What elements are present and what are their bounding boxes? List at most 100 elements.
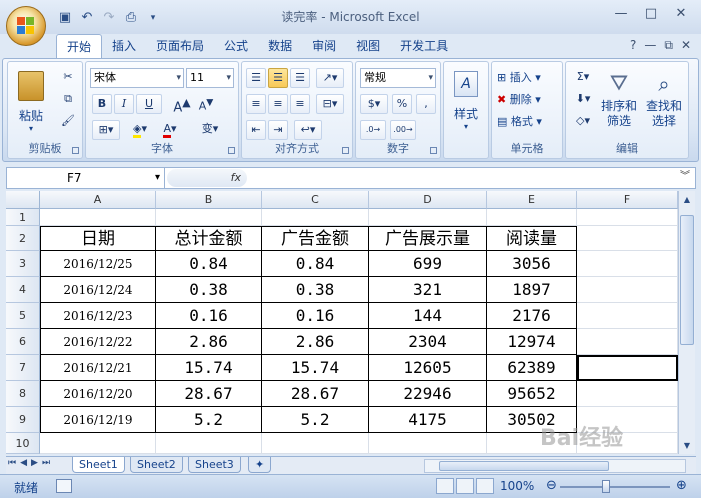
cell-e1[interactable] bbox=[487, 209, 577, 226]
cell-e8[interactable]: 95652 bbox=[487, 381, 577, 407]
insert-sheet-icon[interactable]: ✦ bbox=[248, 457, 272, 473]
cell-d8[interactable]: 22946 bbox=[369, 381, 487, 407]
zoom-slider[interactable] bbox=[560, 486, 670, 488]
vertical-scroll-thumb[interactable] bbox=[680, 215, 694, 345]
row-header-6[interactable]: 6 bbox=[6, 329, 40, 355]
horizontal-scrollbar[interactable] bbox=[424, 459, 686, 473]
tab-data[interactable]: 数据 bbox=[258, 34, 302, 58]
font-size-combo[interactable]: 11 bbox=[186, 68, 234, 88]
column-header-c[interactable]: C bbox=[262, 191, 369, 209]
align-middle-icon[interactable]: ☰ bbox=[268, 68, 288, 88]
tab-review[interactable]: 审阅 bbox=[302, 34, 346, 58]
maximize-button[interactable]: □ bbox=[637, 4, 665, 24]
cell-c7[interactable]: 15.74 bbox=[262, 355, 369, 381]
tab-insert[interactable]: 插入 bbox=[102, 34, 146, 58]
number-format-combo[interactable]: 常规 bbox=[360, 68, 436, 88]
tab-formulas[interactable]: 公式 bbox=[214, 34, 258, 58]
cell-c9[interactable]: 5.2 bbox=[262, 407, 369, 433]
row-header-5[interactable]: 5 bbox=[6, 303, 40, 329]
column-header-f[interactable]: F bbox=[577, 191, 678, 209]
find-select-button[interactable]: ⌕ 查找和 选择 bbox=[642, 68, 686, 140]
increase-indent-icon[interactable]: ⇥ bbox=[268, 120, 288, 140]
cell-a7[interactable]: 2016/12/21 bbox=[40, 355, 156, 381]
sheet-tab-sheet3[interactable]: Sheet3 bbox=[188, 457, 241, 473]
comma-button[interactable]: , bbox=[416, 94, 436, 114]
cell-a4[interactable]: 2016/12/24 bbox=[40, 277, 156, 303]
insert-cells-button[interactable]: ⊞ 插入 ▾ bbox=[496, 68, 560, 86]
align-right-icon[interactable]: ≡ bbox=[290, 94, 310, 114]
expand-formula-bar-icon[interactable]: ︾ bbox=[677, 169, 693, 185]
cell-f5[interactable] bbox=[577, 303, 678, 329]
cell-d10[interactable] bbox=[369, 433, 487, 454]
vertical-scrollbar[interactable]: ▲ ▼ bbox=[678, 191, 695, 454]
column-header-e[interactable]: E bbox=[487, 191, 577, 209]
scroll-up-icon[interactable]: ▲ bbox=[679, 195, 695, 204]
grow-font-icon[interactable]: A▲ bbox=[172, 94, 192, 115]
font-color-icon[interactable]: A▾ bbox=[156, 120, 184, 140]
cell-a9[interactable]: 2016/12/19 bbox=[40, 407, 156, 433]
align-center-icon[interactable]: ≡ bbox=[268, 94, 288, 114]
zoom-out-icon[interactable]: ⊖ bbox=[546, 478, 557, 493]
normal-view-icon[interactable] bbox=[436, 478, 454, 494]
column-header-a[interactable]: A bbox=[40, 191, 156, 209]
decrease-decimal-icon[interactable]: .00→ bbox=[390, 120, 416, 140]
cell-f3[interactable] bbox=[577, 251, 678, 277]
cell-c8[interactable]: 28.67 bbox=[262, 381, 369, 407]
cell-d3[interactable]: 699 bbox=[369, 251, 487, 277]
autosum-icon[interactable]: Σ▾ bbox=[570, 68, 596, 88]
row-header-4[interactable]: 4 bbox=[6, 277, 40, 303]
cell-e2[interactable]: 阅读量 bbox=[487, 226, 577, 251]
last-sheet-icon[interactable]: ⏭ bbox=[42, 458, 50, 468]
align-top-icon[interactable]: ☰ bbox=[246, 68, 266, 88]
cell-c6[interactable]: 2.86 bbox=[262, 329, 369, 355]
cell-e4[interactable]: 1897 bbox=[487, 277, 577, 303]
cell-d5[interactable]: 144 bbox=[369, 303, 487, 329]
underline-button[interactable]: U bbox=[136, 94, 162, 114]
zoom-slider-knob[interactable] bbox=[602, 480, 610, 493]
align-bottom-icon[interactable]: ☰ bbox=[290, 68, 310, 88]
help-icon[interactable]: ? bbox=[630, 38, 636, 53]
cell-e7[interactable]: 62389 bbox=[487, 355, 577, 381]
cell-f4[interactable] bbox=[577, 277, 678, 303]
merge-center-icon[interactable]: ⊟▾ bbox=[316, 94, 344, 114]
copy-icon[interactable]: ⧉ bbox=[58, 90, 78, 110]
cell-a5[interactable]: 2016/12/23 bbox=[40, 303, 156, 329]
cell-b1[interactable] bbox=[156, 209, 262, 226]
cell-d7[interactable]: 12605 bbox=[369, 355, 487, 381]
insert-function-button[interactable]: fx bbox=[167, 169, 247, 187]
cell-b2[interactable]: 总计金额 bbox=[156, 226, 262, 251]
cell-a10[interactable] bbox=[40, 433, 156, 454]
bold-button[interactable]: B bbox=[92, 94, 112, 114]
first-sheet-icon[interactable]: ⏮ bbox=[8, 458, 16, 468]
shrink-font-icon[interactable]: A▼ bbox=[196, 94, 216, 114]
cell-c3[interactable]: 0.84 bbox=[262, 251, 369, 277]
select-all-button[interactable] bbox=[6, 191, 40, 209]
font-launcher-icon[interactable] bbox=[228, 147, 235, 154]
italic-button[interactable]: I bbox=[114, 94, 134, 114]
cell-f6[interactable] bbox=[577, 329, 678, 355]
doc-minimize-button[interactable]: — bbox=[644, 38, 656, 53]
row-header-7[interactable]: 7 bbox=[6, 355, 40, 381]
cell-c2[interactable]: 广告金额 bbox=[262, 226, 369, 251]
clipboard-launcher-icon[interactable] bbox=[72, 147, 79, 154]
prev-sheet-icon[interactable]: ◀ bbox=[20, 458, 27, 468]
zoom-in-icon[interactable]: ⊕ bbox=[676, 478, 687, 493]
cell-a1[interactable] bbox=[40, 209, 156, 226]
cell-b3[interactable]: 0.84 bbox=[156, 251, 262, 277]
cell-d6[interactable]: 2304 bbox=[369, 329, 487, 355]
formula-input[interactable] bbox=[251, 168, 675, 188]
doc-restore-button[interactable]: ⧉ bbox=[664, 38, 673, 53]
tab-developer[interactable]: 开发工具 bbox=[390, 34, 458, 58]
orientation-icon[interactable]: ↗▾ bbox=[316, 68, 344, 88]
clear-icon[interactable]: ◇▾ bbox=[570, 112, 596, 132]
decrease-indent-icon[interactable]: ⇤ bbox=[246, 120, 266, 140]
tab-view[interactable]: 视图 bbox=[346, 34, 390, 58]
cell-d9[interactable]: 4175 bbox=[369, 407, 487, 433]
fill-color-icon[interactable]: ◈▾ bbox=[126, 120, 154, 140]
cut-icon[interactable]: ✂ bbox=[58, 68, 78, 88]
name-box[interactable]: F7 bbox=[7, 168, 165, 188]
column-header-b[interactable]: B bbox=[156, 191, 262, 209]
cell-a8[interactable]: 2016/12/20 bbox=[40, 381, 156, 407]
wrap-text-icon[interactable]: ↩▾ bbox=[294, 120, 322, 140]
cell-b4[interactable]: 0.38 bbox=[156, 277, 262, 303]
